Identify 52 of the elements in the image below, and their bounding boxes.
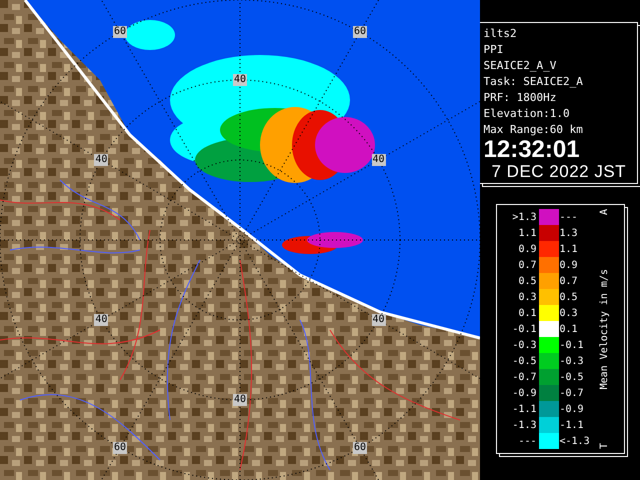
legend-value: --- bbox=[517, 436, 538, 446]
legend-mark: T bbox=[598, 442, 610, 449]
legend-value: <-1.3 bbox=[558, 436, 591, 446]
range-ring-label: 60 bbox=[112, 26, 128, 38]
legend-value: -0.5 bbox=[558, 372, 585, 382]
legend-value: -0.7 bbox=[558, 388, 585, 398]
legend-value: -0.3 bbox=[558, 356, 585, 366]
range-ring-label: 40 bbox=[372, 314, 386, 326]
legend-value: >1.3 bbox=[511, 212, 538, 222]
legend-value: -0.1 bbox=[558, 340, 585, 350]
legend-value: 0.7 bbox=[517, 260, 538, 270]
range-ring-label: 60 bbox=[352, 26, 368, 38]
legend-value: 0.9 bbox=[517, 244, 538, 254]
range-ring-label: 40 bbox=[232, 394, 248, 406]
legend-value: 0.5 bbox=[517, 276, 538, 286]
info-line: ilts2 bbox=[484, 26, 518, 42]
legend-title: Mean Velocity in m/s bbox=[598, 268, 610, 390]
info-line: SEAICE2_A_V bbox=[484, 58, 558, 74]
range-ring-label: 40 bbox=[94, 314, 108, 326]
range-ring-label: 40 bbox=[232, 74, 248, 86]
range-ring-label: 40 bbox=[372, 154, 386, 166]
legend-value: -1.1 bbox=[558, 420, 585, 430]
info-line: Task: SEAICE2_A bbox=[484, 74, 584, 90]
legend-value: -0.7 bbox=[511, 372, 538, 382]
legend-value: 1.1 bbox=[517, 228, 538, 238]
info-line: PRF: 1800Hz bbox=[484, 90, 558, 106]
range-ring-label: 60 bbox=[352, 442, 368, 454]
legend-value: 0.5 bbox=[558, 292, 579, 302]
legend-value: 1.3 bbox=[558, 228, 579, 238]
legend-value: 1.1 bbox=[558, 244, 579, 254]
range-ring-label: 40 bbox=[94, 154, 108, 166]
legend-value: 0.1 bbox=[517, 308, 538, 318]
legend-value: -1.1 bbox=[511, 404, 538, 414]
legend-value: 0.1 bbox=[558, 324, 579, 334]
time-text: 12:32:01 bbox=[484, 138, 581, 162]
legend-value: -0.1 bbox=[511, 324, 538, 334]
legend-value: --- bbox=[558, 212, 579, 222]
legend-value: 0.9 bbox=[558, 260, 579, 270]
legend-value: -0.9 bbox=[558, 404, 585, 414]
legend-value: -0.5 bbox=[511, 356, 538, 366]
legend-mark: A bbox=[598, 209, 610, 216]
legend-value: 0.3 bbox=[558, 308, 579, 318]
legend-value: -1.3 bbox=[511, 420, 538, 430]
info-line: Elevation:1.0 bbox=[484, 106, 571, 122]
legend-value: 0.3 bbox=[517, 292, 538, 302]
legend-value: -0.9 bbox=[511, 388, 538, 398]
date-text: 7 DEC 2022 JST bbox=[490, 162, 628, 181]
info-line: PPI bbox=[484, 42, 504, 58]
info-line: Max Range:60 km bbox=[484, 122, 584, 138]
legend-value: 0.7 bbox=[558, 276, 579, 286]
range-ring-label: 60 bbox=[112, 442, 128, 454]
legend-value: -0.3 bbox=[511, 340, 538, 350]
